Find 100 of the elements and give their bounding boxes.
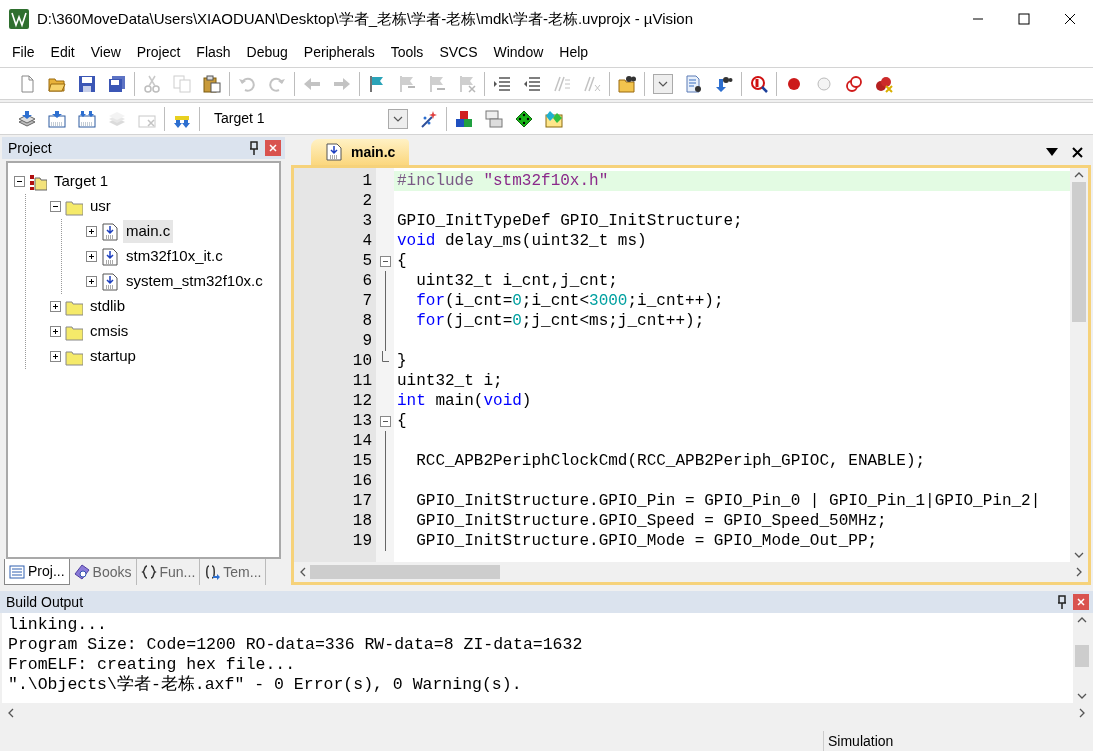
menu-item[interactable]: Tools (382, 40, 432, 65)
code-line: GPIO_InitStructure.GPIO_Speed = GPIO_Speed_50MHz; (415, 511, 888, 531)
tree-item[interactable]: stm32f10x_it.c (123, 245, 226, 268)
expand-toggle[interactable] (50, 326, 61, 337)
tree-item[interactable]: usr (87, 195, 114, 218)
pin-icon[interactable] (249, 141, 259, 155)
file-icon (101, 247, 119, 266)
magic-wand-icon[interactable] (420, 109, 438, 128)
expand-toggle[interactable] (86, 226, 97, 237)
line-number: 10 (351, 351, 373, 371)
output-line: Program Size: Code=1200 RO-data=336 RW-data=8 ZI-data=1632 (8, 635, 583, 655)
expand-toggle[interactable] (86, 276, 97, 287)
collapse-toggle[interactable] (14, 176, 25, 187)
close-icon (1077, 598, 1085, 606)
code-line: for(i_cnt=0;i_cnt<3000;i_cnt++); (415, 291, 725, 311)
menu-item[interactable]: Debug (238, 40, 296, 65)
collapse-toggle[interactable] (379, 415, 391, 427)
colored-blocks-icon[interactable] (455, 109, 473, 128)
menu-item[interactable]: Help (551, 40, 597, 65)
tree-item[interactable]: startup (87, 345, 139, 368)
code-line: { (396, 411, 408, 431)
menu-item[interactable]: Edit (42, 40, 83, 65)
books-icon (73, 564, 90, 580)
braces-icon (140, 564, 157, 580)
collapse-toggle[interactable] (50, 201, 61, 212)
close-icon[interactable] (1064, 13, 1076, 25)
paste-icon[interactable] (203, 74, 221, 93)
line-number: 17 (351, 491, 373, 511)
status-text: Simulation (823, 731, 1081, 751)
tree-item[interactable]: system_stm32f10x.c (123, 270, 266, 293)
line-number: 1 (361, 171, 373, 191)
scrollbar-thumb[interactable] (1075, 645, 1089, 667)
save-icon[interactable] (78, 74, 96, 93)
code-line: uint32_t i; (396, 371, 504, 391)
scrollbar-thumb[interactable] (1072, 182, 1086, 322)
dropdown-arrow-icon[interactable] (1046, 148, 1058, 156)
close-button[interactable] (265, 140, 281, 156)
panel-tab[interactable]: Proj... (4, 559, 70, 585)
flag-icon[interactable] (368, 74, 386, 93)
windows-icon[interactable] (485, 109, 503, 128)
menu-item[interactable]: Window (485, 40, 552, 65)
close-button[interactable] (1073, 594, 1089, 610)
editor-tab[interactable]: main.c (311, 139, 410, 165)
tree-item[interactable]: stdlib (87, 295, 129, 318)
file-icon (101, 272, 119, 291)
menu-item[interactable]: Flash (188, 40, 239, 65)
menu-item[interactable]: File (4, 40, 43, 65)
panel-tab[interactable]: Books (69, 559, 137, 585)
diamond-icon[interactable] (515, 109, 533, 128)
build-icon[interactable] (48, 109, 66, 128)
binoculars-icon[interactable] (715, 74, 733, 93)
line-number: 9 (361, 331, 373, 351)
panel-tab[interactable]: Fun... (136, 559, 201, 585)
line-number: 19 (351, 531, 373, 551)
pack-icon[interactable] (545, 109, 563, 128)
collapse-toggle[interactable] (379, 255, 391, 267)
line-number: 5 (361, 251, 373, 271)
code-line: uint32_t i_cnt,j_cnt; (415, 271, 619, 291)
find-in-files-icon[interactable] (618, 74, 636, 93)
pin-icon[interactable] (1057, 595, 1067, 609)
stacked-pages-icon[interactable] (18, 109, 36, 128)
find-icon[interactable] (685, 74, 703, 93)
expand-toggle[interactable] (50, 301, 61, 312)
templates-icon (204, 564, 221, 580)
maximize-icon[interactable] (1018, 13, 1030, 25)
close-icon[interactable] (1072, 146, 1083, 158)
line-number: 18 (351, 511, 373, 531)
expand-toggle[interactable] (50, 351, 61, 362)
indent-icon[interactable] (493, 74, 511, 93)
magnifier-icon[interactable] (750, 74, 768, 93)
caret-icon (658, 80, 668, 87)
line-number: 11 (351, 371, 373, 391)
outdent-icon[interactable] (523, 74, 541, 93)
two-circles-icon[interactable] (845, 74, 863, 93)
tree-item[interactable]: main.c (123, 220, 174, 243)
circles-cross-icon[interactable] (875, 74, 893, 93)
panel-title: Project (8, 138, 53, 158)
save-all-icon[interactable] (108, 74, 126, 93)
target-icon (29, 172, 47, 191)
menu-item[interactable]: Project (128, 40, 189, 65)
tree-item[interactable]: Target 1 (51, 170, 112, 193)
file-icon (101, 222, 119, 241)
code-line: GPIO_InitTypeDef GPIO_InitStructure; (396, 211, 744, 231)
code-line: { (396, 251, 408, 271)
menu-item[interactable]: Peripherals (295, 40, 383, 65)
close-icon (269, 144, 277, 152)
rebuild-icon[interactable] (78, 109, 96, 128)
line-number: 16 (351, 471, 373, 491)
menu-item[interactable]: SVCS (431, 40, 486, 65)
line-number: 4 (361, 231, 373, 251)
menu-item[interactable]: View (82, 40, 129, 65)
panel-tab[interactable]: Tem... (200, 559, 267, 585)
tree-item[interactable]: cmsis (87, 320, 132, 343)
code-line: RCC_APB2PeriphClockCmd(RCC_APB2Periph_GPIOC, ENABLE); (415, 451, 927, 471)
line-number: 2 (361, 191, 373, 211)
line-number: 12 (351, 391, 373, 411)
code-line: int main(void) (396, 391, 533, 411)
expand-toggle[interactable] (86, 251, 97, 262)
scrollbar-thumb[interactable] (310, 565, 500, 579)
line-number: 15 (351, 451, 373, 471)
